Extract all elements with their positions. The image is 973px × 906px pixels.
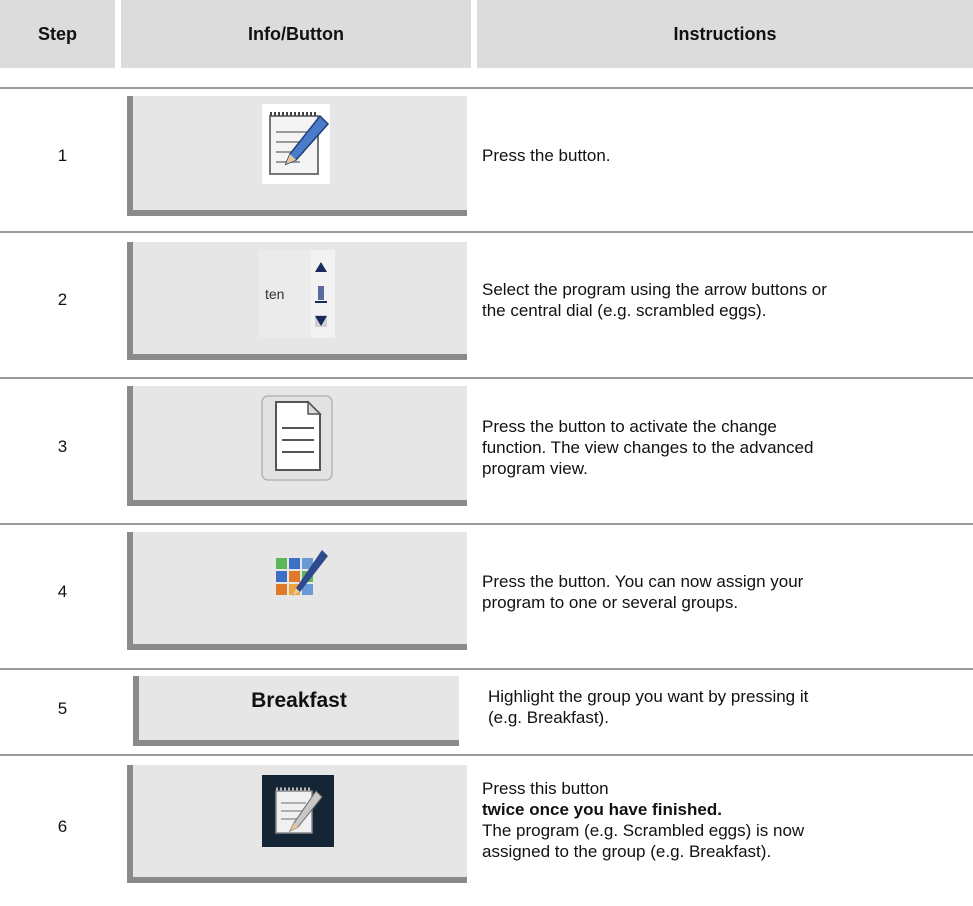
instruction-text: Press the button.	[482, 146, 611, 165]
row-divider	[0, 668, 973, 670]
step-number: 2	[57, 290, 68, 309]
instruction-text: Press the button to activate the change …	[482, 417, 814, 478]
program-selector: ten	[259, 250, 335, 338]
assign-group-button[interactable]	[127, 532, 467, 650]
step-number: 5	[57, 699, 68, 718]
notepad-pencil-dark-icon	[262, 775, 334, 847]
instruction-text: Highlight the group you want by pressing…	[488, 687, 809, 727]
breakfast-button-label: Breakfast	[251, 689, 347, 712]
breakfast-group-button[interactable]: Breakfast	[133, 676, 459, 746]
instruction-text: Press this button twice once you have fi…	[482, 779, 805, 861]
step-number: 4	[57, 582, 68, 601]
header-step: Step	[0, 0, 115, 68]
notepad-pencil-icon	[260, 102, 332, 186]
change-function-button[interactable]	[127, 386, 467, 506]
row-divider	[0, 231, 973, 233]
program-selector-button[interactable]: ten	[127, 242, 467, 360]
instruction-text: Select the program using the arrow butto…	[482, 280, 827, 320]
selector-value: ten	[265, 286, 285, 302]
step-number: 3	[57, 437, 68, 456]
save-button[interactable]	[127, 765, 467, 883]
row-divider	[0, 377, 973, 379]
instruction-text: Press the button. You can now assign you…	[482, 572, 804, 612]
step-number: 1	[57, 146, 68, 165]
arrow-buttons-icon	[315, 262, 327, 327]
row-divider	[0, 523, 973, 525]
step-number: 6	[57, 817, 68, 836]
header-info-button: Info/Button	[121, 0, 471, 68]
edit-button[interactable]	[127, 96, 467, 216]
document-icon	[260, 394, 334, 482]
group-assign-icon	[262, 544, 332, 614]
row-divider	[0, 754, 973, 756]
row-divider	[0, 87, 973, 89]
header-instructions: Instructions	[477, 0, 973, 68]
